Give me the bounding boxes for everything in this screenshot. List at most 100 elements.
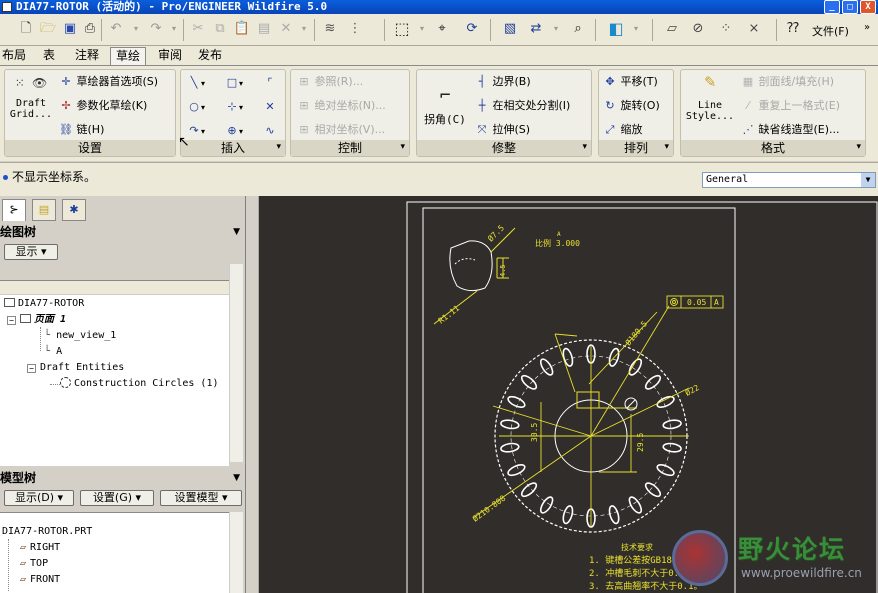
maximize-button[interactable]: □: [842, 0, 858, 14]
corner-button[interactable]: ⌐ 拐角(C): [421, 87, 469, 126]
sketcher-preferences-button[interactable]: ✛ 草绘器首选项(S): [59, 75, 158, 89]
tree-node-drawing[interactable]: DIA77-ROTOR: [4, 297, 84, 311]
datum-axes-icon[interactable]: ⊘: [688, 19, 708, 39]
tree-node-part[interactable]: DIA77-ROTOR.PRT: [2, 525, 92, 539]
tree-node-top-plane[interactable]: ▱ TOP: [20, 557, 48, 571]
redo-icon[interactable]: ↷: [146, 19, 166, 39]
drawing-tree-scrollbar[interactable]: [229, 264, 243, 462]
split-at-intersection-button[interactable]: ┼ 在相交处分割(I): [475, 99, 571, 113]
tab-table[interactable]: 表: [38, 47, 60, 65]
tree-node-right-plane[interactable]: ▱ RIGHT: [20, 541, 60, 555]
tab-review[interactable]: 审阅: [154, 47, 186, 65]
expand-icon[interactable]: ▾: [856, 139, 861, 155]
collapse-icon[interactable]: ▼: [233, 470, 240, 486]
tab-sketch[interactable]: 草绘: [110, 47, 146, 65]
tab-folder-browser[interactable]: ▤: [32, 199, 56, 221]
spline-tool[interactable]: ∿: [263, 124, 277, 138]
expand-toggle[interactable]: −: [7, 316, 16, 325]
open-folder-icon[interactable]: 🗁: [38, 19, 58, 39]
line-style-button[interactable]: ✎ Line Style...: [683, 73, 737, 123]
scale-button[interactable]: ⤢ 缩放: [603, 123, 643, 137]
ellipse-tool[interactable]: ⊕ ▾: [225, 124, 243, 139]
cut-icon[interactable]: ✂: [188, 19, 208, 39]
close-button[interactable]: X: [860, 0, 876, 14]
model-tree-show-button[interactable]: 显示(D) ▾: [4, 490, 74, 506]
delete-dropdown-icon[interactable]: ▾: [294, 19, 314, 39]
layers-icon[interactable]: ≋: [320, 19, 340, 39]
selection-filter[interactable]: General ▼: [702, 172, 876, 188]
point-tool[interactable]: ⊹ ▾: [225, 100, 243, 115]
expand-icon[interactable]: ▾: [664, 139, 669, 155]
boundary-button[interactable]: ┤ 边界(B): [475, 75, 531, 89]
translate-button[interactable]: ✥ 平移(T): [603, 75, 657, 89]
delete-icon[interactable]: ✕: [276, 19, 296, 39]
tab-annotate[interactable]: 注释: [70, 47, 104, 65]
tree-node-a[interactable]: └ A: [44, 345, 62, 359]
tree-node-draft-entities[interactable]: Draft Entities: [40, 361, 124, 375]
tree-node-construction-circles[interactable]: Construction Circles (1): [60, 377, 219, 391]
drawing-tree-show-button[interactable]: 显示 ▾: [4, 244, 58, 260]
default-line-style-button[interactable]: ⋰ 缺省线造型(E)...: [741, 123, 840, 137]
hatch-fill-button[interactable]: ▦ 剖面线/填充(H): [741, 75, 834, 89]
tab-layout[interactable]: 布局: [0, 47, 28, 65]
circle-tool[interactable]: ○ ▾: [187, 100, 205, 115]
select-box-icon[interactable]: ⬚: [392, 19, 412, 39]
draft-grid-button[interactable]: ⁙ 👁 Draft Grid...: [8, 77, 54, 120]
regenerate-icon[interactable]: ⟳: [462, 19, 482, 39]
repeat-format-button[interactable]: ⁄ 重复上一格式(E): [741, 99, 840, 113]
x-point-tool[interactable]: ✕: [263, 100, 277, 114]
tab-model-tree[interactable]: ⊱: [2, 199, 26, 221]
chain-button[interactable]: ⛓ 链(H): [59, 123, 104, 137]
paste-special-icon[interactable]: ▤: [254, 19, 274, 39]
model-tree-header: 模型树 ▼: [0, 470, 240, 486]
find-icon[interactable]: ⌖: [432, 19, 452, 39]
file-menu[interactable]: 文件(F): [812, 23, 849, 39]
datum-planes-icon[interactable]: ▱: [662, 19, 682, 39]
tab-publish[interactable]: 发布: [194, 47, 226, 65]
new-file-icon[interactable]: 🗋: [16, 19, 36, 39]
expand-toggle[interactable]: −: [27, 364, 36, 373]
rotate-button[interactable]: ↻ 旋转(O): [603, 99, 659, 113]
panel-splitter[interactable]: [247, 196, 259, 593]
rectangle-tool[interactable]: □ ▾: [225, 76, 243, 91]
tree-node-front-plane[interactable]: ▱ FRONT: [20, 573, 60, 587]
undo-dropdown-icon[interactable]: ▾: [126, 19, 146, 39]
absolute-coord-button[interactable]: ⊞ 绝对坐标(N)...: [297, 99, 385, 113]
help-icon[interactable]: ⁇: [783, 19, 803, 39]
model-tree-settings-button[interactable]: 设置(G) ▾: [80, 490, 154, 506]
paste-icon[interactable]: 📋: [232, 19, 252, 39]
refit-icon[interactable]: ⇄: [526, 19, 546, 39]
redo-dropdown-icon[interactable]: ▾: [164, 19, 184, 39]
tree-icon[interactable]: ⋮: [345, 19, 365, 39]
tab-favorites[interactable]: ✱: [62, 199, 86, 221]
repaint-icon[interactable]: ▧: [500, 19, 520, 39]
more-menu-icon[interactable]: »: [864, 22, 870, 33]
display-dropdown-icon[interactable]: ▾: [626, 19, 646, 39]
minimize-button[interactable]: _: [824, 0, 840, 14]
reference-button[interactable]: ⊞ 参照(R)...: [297, 75, 363, 89]
datum-points-icon[interactable]: ⁘: [716, 19, 736, 39]
zoom-icon[interactable]: ⌕: [568, 19, 588, 39]
fillet-tool[interactable]: ⌜: [263, 76, 277, 90]
relative-coord-button[interactable]: ⊞ 相对坐标(V)...: [297, 123, 385, 137]
copy-icon[interactable]: ⧉: [210, 19, 230, 39]
display-style-icon[interactable]: ◧: [606, 19, 626, 39]
refit-dropdown-icon[interactable]: ▾: [546, 19, 566, 39]
parametric-sketch-button[interactable]: ✢ 参数化草绘(K): [59, 99, 147, 113]
model-tree-setup-model-button[interactable]: 设置模型 ▾: [160, 490, 242, 506]
save-icon[interactable]: ▣: [60, 19, 80, 39]
stretch-button[interactable]: ⤧ 拉伸(S): [475, 123, 530, 137]
expand-icon[interactable]: ▾: [400, 139, 405, 155]
chevron-down-icon[interactable]: ▼: [861, 173, 875, 187]
undo-icon[interactable]: ↶: [106, 19, 126, 39]
line-tool[interactable]: ╲ ▾: [187, 76, 205, 91]
expand-icon[interactable]: ▾: [276, 139, 281, 155]
model-tree-scrollbar[interactable]: [229, 512, 243, 593]
collapse-icon[interactable]: ▼: [233, 224, 240, 240]
select-dropdown-icon[interactable]: ▾: [412, 19, 432, 39]
expand-icon[interactable]: ▾: [582, 139, 587, 155]
coordinate-systems-icon[interactable]: ⨯: [744, 19, 764, 39]
tree-node-sheet[interactable]: 页面 1: [20, 313, 66, 327]
print-icon[interactable]: ⎙: [80, 19, 100, 39]
tree-node-view[interactable]: └ new_view_1: [44, 329, 116, 343]
